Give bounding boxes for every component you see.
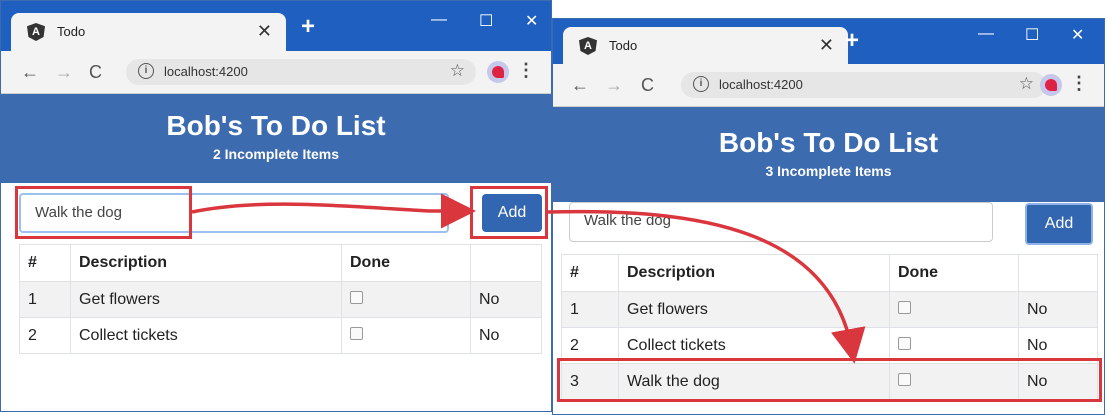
arrow-add-to-new-row [547,209,866,364]
arrow-input-to-add [191,193,476,229]
annotation-arrows [191,193,866,364]
